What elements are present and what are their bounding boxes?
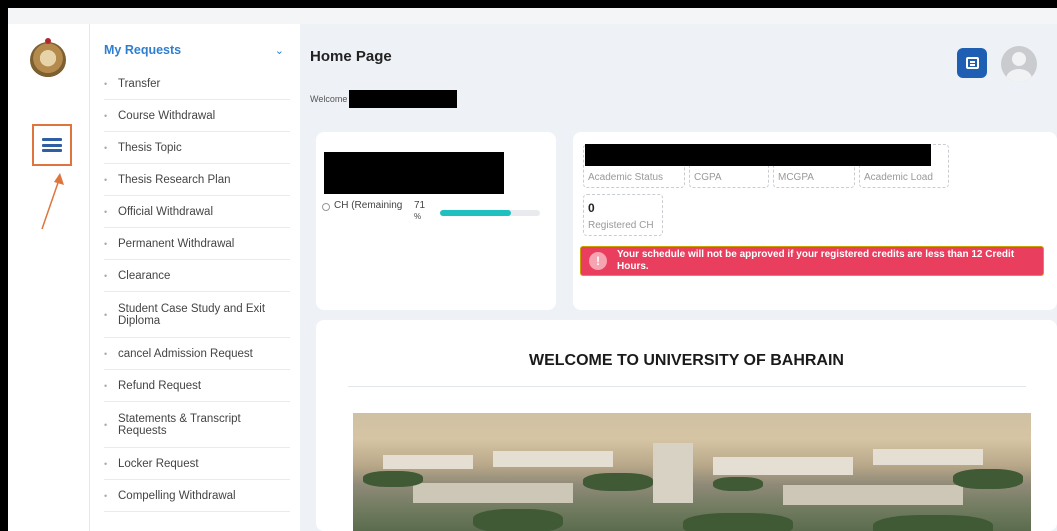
sidebar-section-my-requests[interactable]: My Requests ⌄	[90, 32, 300, 68]
sidebar-item-cancel-admission[interactable]: • cancel Admission Request	[104, 338, 290, 370]
welcome-text: Welcome	[310, 94, 348, 104]
sidebar-item-label: Locker Request	[118, 457, 199, 470]
chevron-down-icon: ⌄	[274, 44, 284, 57]
annotation-arrow-icon	[41, 173, 64, 230]
sidebar-item-statements-transcript[interactable]: • Statements & Transcript Requests	[104, 402, 290, 448]
sidebar-list: • Transfer • Course Withdrawal • Thesis Top…	[90, 68, 300, 512]
progress-percent-value: 71	[414, 200, 426, 211]
sidebar-section-label: My Requests	[104, 43, 182, 57]
sidebar-item-label: Thesis Research Plan	[118, 173, 231, 186]
welcome-card: WELCOME TO UNIVERSITY OF BAHRAIN	[316, 320, 1057, 531]
sidebar-item-official-withdrawal[interactable]: • Official Withdrawal	[104, 196, 290, 228]
bullet-icon: •	[104, 142, 108, 153]
redacted-stat-values	[585, 144, 931, 166]
credit-hours-card: CH (Remaining 71 %	[316, 132, 556, 310]
menu-toggle-button[interactable]	[32, 124, 72, 166]
registered-ch-value: 0	[588, 201, 595, 215]
academic-stats-card: Academic Status CGPA MCGPA Academic Load…	[573, 132, 1057, 310]
bullet-icon: •	[104, 380, 108, 391]
stat-label: CGPA	[694, 172, 722, 183]
bullet-icon: •	[104, 174, 108, 185]
sidebar-item-thesis-topic[interactable]: • Thesis Topic	[104, 132, 290, 164]
stat-label: Academic Status	[588, 172, 664, 183]
sidebar-item-permanent-withdrawal[interactable]: • Permanent Withdrawal	[104, 228, 290, 260]
sidebar-item-compelling-withdrawal[interactable]: • Compelling Withdrawal	[104, 480, 290, 512]
sidebar-item-refund-request[interactable]: • Refund Request	[104, 370, 290, 402]
sidebar-item-label: Student Case Study and Exit Diploma	[118, 302, 266, 327]
bullet-icon: •	[104, 78, 108, 89]
stat-label: Academic Load	[864, 172, 933, 183]
radio-icon	[322, 203, 330, 211]
welcome-heading: WELCOME TO UNIVERSITY OF BAHRAIN	[529, 352, 844, 369]
sidebar-item-label: cancel Admission Request	[118, 347, 253, 360]
progress-bar-fill	[440, 210, 511, 216]
bullet-icon: •	[104, 458, 108, 469]
stat-label: MCGPA	[778, 172, 814, 183]
sidebar-item-label: Refund Request	[118, 379, 202, 392]
campus-photo	[353, 413, 1031, 531]
sidebar-item-label: Compelling Withdrawal	[118, 489, 236, 502]
sidebar-item-label: Thesis Topic	[118, 141, 182, 154]
sidebar-item-transfer[interactable]: • Transfer	[104, 68, 290, 100]
bullet-icon: •	[104, 419, 108, 430]
bullet-icon: •	[104, 238, 108, 249]
icon-rail	[18, 24, 90, 531]
sidebar-menu: My Requests ⌄ • Transfer • Course Withdraw…	[90, 24, 300, 531]
chat-icon	[965, 57, 979, 69]
divider	[348, 386, 1026, 387]
bullet-icon: •	[104, 348, 108, 359]
sidebar-item-label: Clearance	[118, 269, 171, 282]
bullet-icon: •	[104, 490, 108, 501]
hamburger-icon	[42, 138, 62, 152]
sidebar-item-label: Permanent Withdrawal	[118, 237, 235, 250]
sidebar-item-locker-request[interactable]: • Locker Request	[104, 448, 290, 480]
progress-percent: 71 %	[414, 200, 436, 222]
progress-bar	[440, 210, 540, 216]
redacted-student-info	[324, 152, 504, 194]
exclamation-icon: !	[589, 252, 607, 270]
university-logo	[30, 38, 66, 78]
bullet-icon: •	[104, 270, 108, 281]
alert-message: Your schedule will not be approved if yo…	[617, 249, 1015, 272]
bullet-icon: •	[104, 309, 108, 320]
sidebar-item-label: Statements & Transcript Requests	[118, 412, 241, 437]
sidebar-item-clearance[interactable]: • Clearance	[104, 260, 290, 292]
credit-hours-row: CH (Remaining 71 %	[322, 200, 540, 222]
sidebar-item-label: Official Withdrawal	[118, 205, 214, 218]
sidebar-item-course-withdrawal[interactable]: • Course Withdrawal	[104, 100, 290, 132]
app-window: My Requests ⌄ • Transfer • Course Withdraw…	[8, 8, 1057, 531]
stat-label: Registered CH	[588, 220, 654, 231]
sidebar-item-label: Transfer	[118, 77, 161, 90]
stat-registered-ch: 0 Registered CH	[583, 194, 663, 236]
credit-hours-label: CH (Remaining	[334, 200, 403, 211]
welcome-line: Welcome	[310, 90, 458, 108]
bullet-icon: •	[104, 110, 108, 121]
page-title: Home Page	[310, 48, 392, 65]
browser-top-strip	[8, 8, 1057, 24]
sidebar-item-thesis-research-plan[interactable]: • Thesis Research Plan	[104, 164, 290, 196]
redacted-name	[349, 90, 458, 108]
progress-percent-unit: %	[414, 212, 422, 221]
messages-button[interactable]	[957, 48, 987, 78]
bullet-icon: •	[104, 206, 108, 217]
main-content: Home Page Welcome CH (Remaining 71 % Aca…	[300, 24, 1057, 531]
sidebar-item-label: Course Withdrawal	[118, 109, 216, 122]
sidebar-item-student-case-study[interactable]: • Student Case Study and Exit Diploma	[104, 292, 290, 338]
avatar[interactable]	[1001, 46, 1037, 82]
credit-warning-alert: ! Your schedule will not be approved if …	[580, 246, 1044, 276]
